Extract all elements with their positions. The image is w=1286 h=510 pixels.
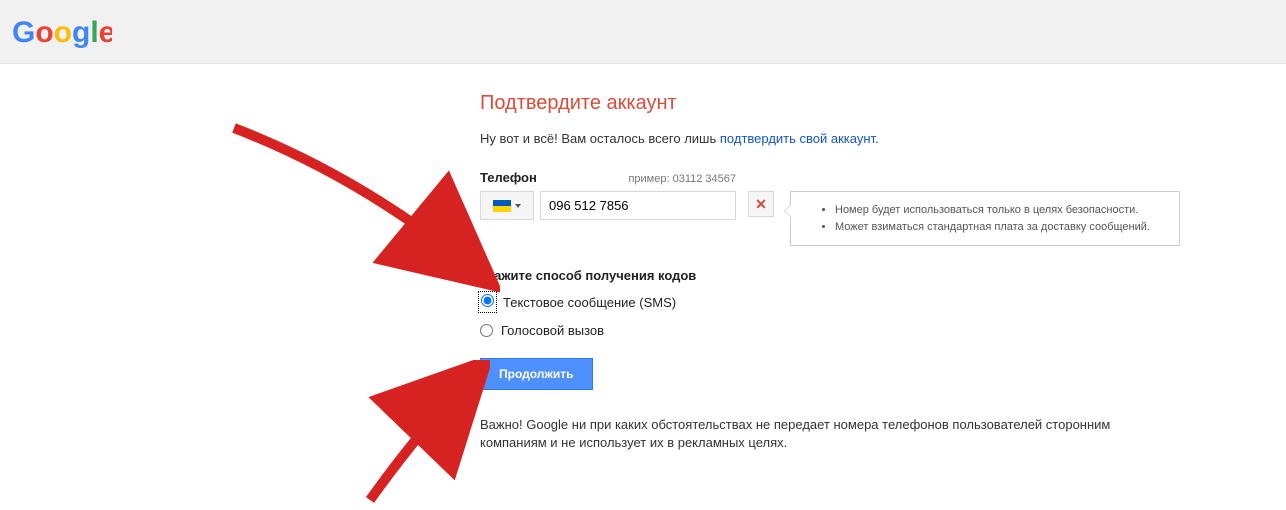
phone-example: пример: 03112 34567 <box>628 173 736 185</box>
phone-input[interactable] <box>540 191 736 220</box>
chevron-down-icon <box>515 204 521 208</box>
phone-tooltip: Номер будет использоваться только в целя… <box>790 191 1180 246</box>
header: Google <box>0 0 1286 64</box>
page-title: Подтвердите аккаунт <box>480 92 1286 115</box>
phone-row: ✕ Номер будет использоваться только в це… <box>480 191 1286 246</box>
main-content: Подтвердите аккаунт Ну вот и всё! Вам ос… <box>0 64 1286 452</box>
radio-voice[interactable]: Голосовой вызов <box>480 323 1286 338</box>
intro-text: Ну вот и всё! Вам осталось всего лишь по… <box>480 131 1286 146</box>
tooltip-line: Может взиматься стандартная плата за дос… <box>835 219 1165 236</box>
phone-label: Телефон <box>480 170 537 185</box>
method-label: Укажите способ получения кодов <box>480 268 1286 283</box>
svg-text:Google: Google <box>12 16 112 49</box>
radio-voice-input[interactable] <box>480 324 493 337</box>
continue-button[interactable]: Продолжить <box>480 358 593 390</box>
tooltip-line: Номер будет использоваться только в целя… <box>835 202 1165 219</box>
intro-prefix: Ну вот и всё! Вам осталось всего лишь <box>480 131 720 146</box>
ukraine-flag-icon <box>493 200 511 212</box>
radio-sms[interactable]: Текстовое сообщение (SMS) <box>480 293 1286 311</box>
phone-label-row: Телефон пример: 03112 34567 <box>480 170 736 185</box>
radio-voice-label: Голосовой вызов <box>501 323 604 338</box>
clear-button[interactable]: ✕ <box>748 191 774 217</box>
radio-sms-input[interactable] <box>481 294 494 307</box>
google-logo: Google <box>12 14 112 53</box>
disclaimer-text: Важно! Google ни при каких обстоятельств… <box>480 416 1120 452</box>
intro-suffix: . <box>875 131 879 146</box>
verify-link[interactable]: подтвердить свой аккаунт <box>720 131 875 146</box>
radio-sms-label: Текстовое сообщение (SMS) <box>503 295 676 310</box>
country-select[interactable] <box>480 191 534 220</box>
close-icon: ✕ <box>755 196 767 213</box>
